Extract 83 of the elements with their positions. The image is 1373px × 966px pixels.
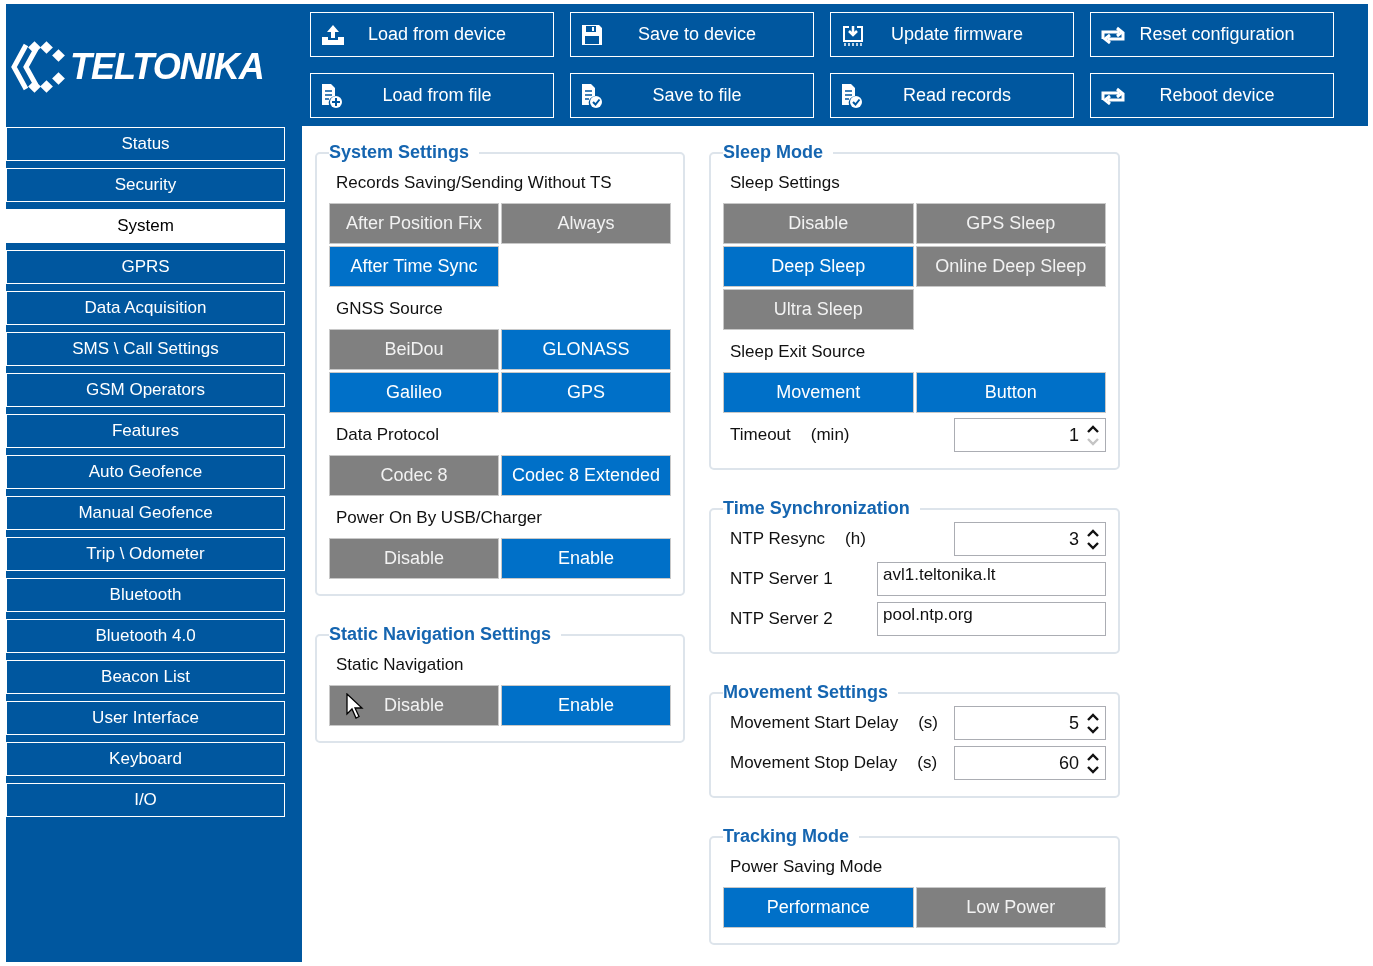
- field-label: Sleep Settings: [729, 172, 841, 194]
- option-button[interactable]: Movement: [723, 372, 914, 413]
- sidebar-item[interactable]: I/O: [6, 783, 285, 817]
- field-label: Timeout: [730, 425, 791, 445]
- unit-label: (s): [917, 753, 938, 773]
- field-label: Power Saving Mode: [729, 856, 884, 878]
- number-spinner[interactable]: 60: [954, 746, 1106, 780]
- field-label: Movement Start Delay: [730, 713, 899, 733]
- toolbar-button[interactable]: Save to device: [570, 12, 814, 57]
- panel-title: Movement Settings: [723, 682, 890, 703]
- sidebar-item[interactable]: User Interface: [6, 701, 285, 735]
- toolbar-button[interactable]: Load from file: [310, 73, 554, 118]
- field-label: GNSS Source: [335, 298, 444, 320]
- field-label: Sleep Exit Source: [729, 341, 867, 363]
- option-button[interactable]: Disable: [329, 538, 499, 579]
- option-button[interactable]: Online Deep Sleep: [915, 246, 1106, 287]
- panel-title: System Settings: [329, 142, 471, 163]
- logo-text: TELTONIKA: [70, 46, 264, 88]
- panel-title: Time Synchronization: [723, 498, 911, 519]
- option-button[interactable]: GLONASS: [501, 329, 671, 370]
- sidebar-item[interactable]: Manual Geofence: [6, 496, 285, 530]
- number-spinner[interactable]: 1: [954, 418, 1106, 452]
- file-plus-icon: [320, 82, 344, 109]
- toolbar-button[interactable]: Reset configuration: [1090, 12, 1334, 57]
- sidebar-item[interactable]: Bluetooth: [6, 578, 285, 612]
- field-label: Data Protocol: [335, 424, 440, 446]
- unit-label: (min): [810, 425, 850, 445]
- field-label: Static Navigation: [335, 654, 465, 676]
- option-button[interactable]: Disable: [329, 685, 499, 726]
- loop-arrows-icon: [1100, 25, 1126, 44]
- file-check-icon: [580, 82, 604, 109]
- sidebar-item[interactable]: Bluetooth 4.0: [6, 619, 285, 653]
- sidebar-item[interactable]: Security: [6, 168, 285, 202]
- field-label: Records Saving/Sending Without TS: [335, 172, 613, 194]
- sidebar-item[interactable]: Keyboard: [6, 742, 285, 776]
- text-field[interactable]: pool.ntp.org: [877, 602, 1106, 636]
- field-label: NTP Server 1: [730, 569, 833, 589]
- loop-arrows-icon: [1100, 86, 1126, 105]
- option-button[interactable]: GPS Sleep: [915, 203, 1106, 244]
- option-button[interactable]: Low Power: [915, 887, 1106, 928]
- toolbar-button[interactable]: Save to file: [570, 73, 814, 118]
- toolbar-button[interactable]: Update firmware: [830, 12, 1074, 57]
- panel-title: Tracking Mode: [723, 826, 851, 847]
- sidebar-item[interactable]: Trip \ Odometer: [6, 537, 285, 571]
- text-field[interactable]: avl1.teltonika.lt: [877, 562, 1106, 596]
- field-label: NTP Resync: [730, 529, 826, 549]
- option-button[interactable]: After Position Fix: [329, 203, 499, 244]
- sidebar-item[interactable]: System: [6, 209, 285, 243]
- sidebar-item[interactable]: Status: [6, 127, 285, 161]
- unit-label: (s): [918, 713, 938, 733]
- panel-title: Static Navigation Settings: [329, 624, 553, 645]
- toolbar-button[interactable]: Reboot device: [1090, 73, 1334, 118]
- option-button[interactable]: GPS: [501, 372, 671, 413]
- sidebar-item[interactable]: Features: [6, 414, 285, 448]
- number-spinner[interactable]: 3: [954, 522, 1106, 556]
- option-button[interactable]: Ultra Sleep: [723, 289, 914, 330]
- option-button[interactable]: Enable: [501, 685, 671, 726]
- option-button[interactable]: Codec 8: [329, 455, 499, 496]
- sidebar-item[interactable]: SMS \ Call Settings: [6, 332, 285, 366]
- file-check-icon: [840, 82, 864, 109]
- field-label: NTP Server 2: [730, 609, 833, 629]
- option-button[interactable]: Galileo: [329, 372, 499, 413]
- option-button[interactable]: After Time Sync: [329, 246, 499, 287]
- field-label: Power On By USB/Charger: [335, 507, 543, 529]
- option-button[interactable]: Codec 8 Extended: [501, 455, 671, 496]
- option-button[interactable]: Always: [501, 203, 671, 244]
- sidebar-item[interactable]: Data Acquisition: [6, 291, 285, 325]
- sidebar-item[interactable]: GSM Operators: [6, 373, 285, 407]
- sidebar-item[interactable]: Auto Geofence: [6, 455, 285, 489]
- option-button[interactable]: Performance: [723, 887, 914, 928]
- option-button[interactable]: Enable: [501, 538, 671, 579]
- sidebar-item[interactable]: Beacon List: [6, 660, 285, 694]
- option-button[interactable]: Deep Sleep: [723, 246, 914, 287]
- panel-title: Sleep Mode: [723, 142, 825, 163]
- field-label: Movement Stop Delay: [730, 753, 898, 773]
- option-button[interactable]: BeiDou: [329, 329, 499, 370]
- option-button[interactable]: Button: [915, 372, 1106, 413]
- option-button[interactable]: Disable: [723, 203, 914, 244]
- toolbar-button[interactable]: Read records: [830, 73, 1074, 118]
- toolbar-button[interactable]: Load from device: [310, 12, 554, 57]
- sidebar-item[interactable]: GPRS: [6, 250, 285, 284]
- number-spinner[interactable]: 5: [954, 706, 1106, 740]
- unit-label: (h): [845, 529, 866, 549]
